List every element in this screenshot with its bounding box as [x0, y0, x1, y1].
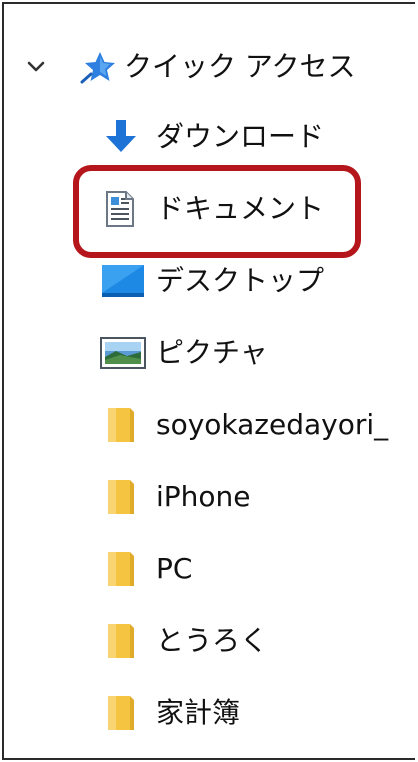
- star-pin-icon: [80, 52, 115, 84]
- nav-item-label: ピクチャ: [156, 336, 268, 369]
- nav-item-label: ダウンロード: [156, 120, 325, 153]
- nav-item-folder-kakeibo[interactable]: 家計簿: [4, 678, 415, 748]
- nav-item-label: とうろく: [156, 624, 269, 657]
- navigation-pane: クイック アクセス ダウンロード ドキュメント デスクトップ ピクチャ soyo…: [4, 4, 415, 758]
- nav-item-folder-touroku[interactable]: とうろく: [4, 606, 415, 676]
- nav-item-downloads[interactable]: ダウンロード: [4, 102, 415, 172]
- quick-access-header[interactable]: クイック アクセス: [4, 32, 415, 102]
- document-icon: [106, 191, 134, 227]
- nav-item-label: デスクトップ: [156, 264, 325, 297]
- chevron-down-icon[interactable]: [24, 55, 48, 79]
- navigation-pane-frame: クイック アクセス ダウンロード ドキュメント デスクトップ ピクチャ soyo…: [2, 2, 415, 760]
- nav-item-label: 家計簿: [156, 696, 241, 729]
- folder-icon: [108, 624, 134, 658]
- download-arrow-icon: [106, 120, 136, 152]
- nav-item-label: iPhone: [156, 480, 251, 513]
- folder-icon: [108, 480, 134, 514]
- pictures-icon: [100, 337, 146, 369]
- quick-access-label: クイック アクセス: [124, 50, 356, 83]
- nav-item-folder-pc[interactable]: PC: [4, 534, 415, 604]
- folder-icon: [108, 552, 134, 586]
- desktop-icon: [102, 265, 144, 297]
- nav-item-label: soyokazedayori_: [156, 408, 389, 441]
- nav-item-label: PC: [156, 552, 193, 585]
- folder-icon: [108, 696, 134, 730]
- folder-icon: [108, 408, 134, 442]
- nav-item-desktop[interactable]: デスクトップ: [4, 246, 415, 316]
- nav-item-folder-soyokazedayori[interactable]: soyokazedayori_: [4, 390, 415, 460]
- nav-item-folder-iphone[interactable]: iPhone: [4, 462, 415, 532]
- nav-item-documents[interactable]: ドキュメント: [4, 174, 415, 244]
- nav-item-label: ドキュメント: [156, 192, 325, 225]
- nav-item-pictures[interactable]: ピクチャ: [4, 318, 415, 388]
